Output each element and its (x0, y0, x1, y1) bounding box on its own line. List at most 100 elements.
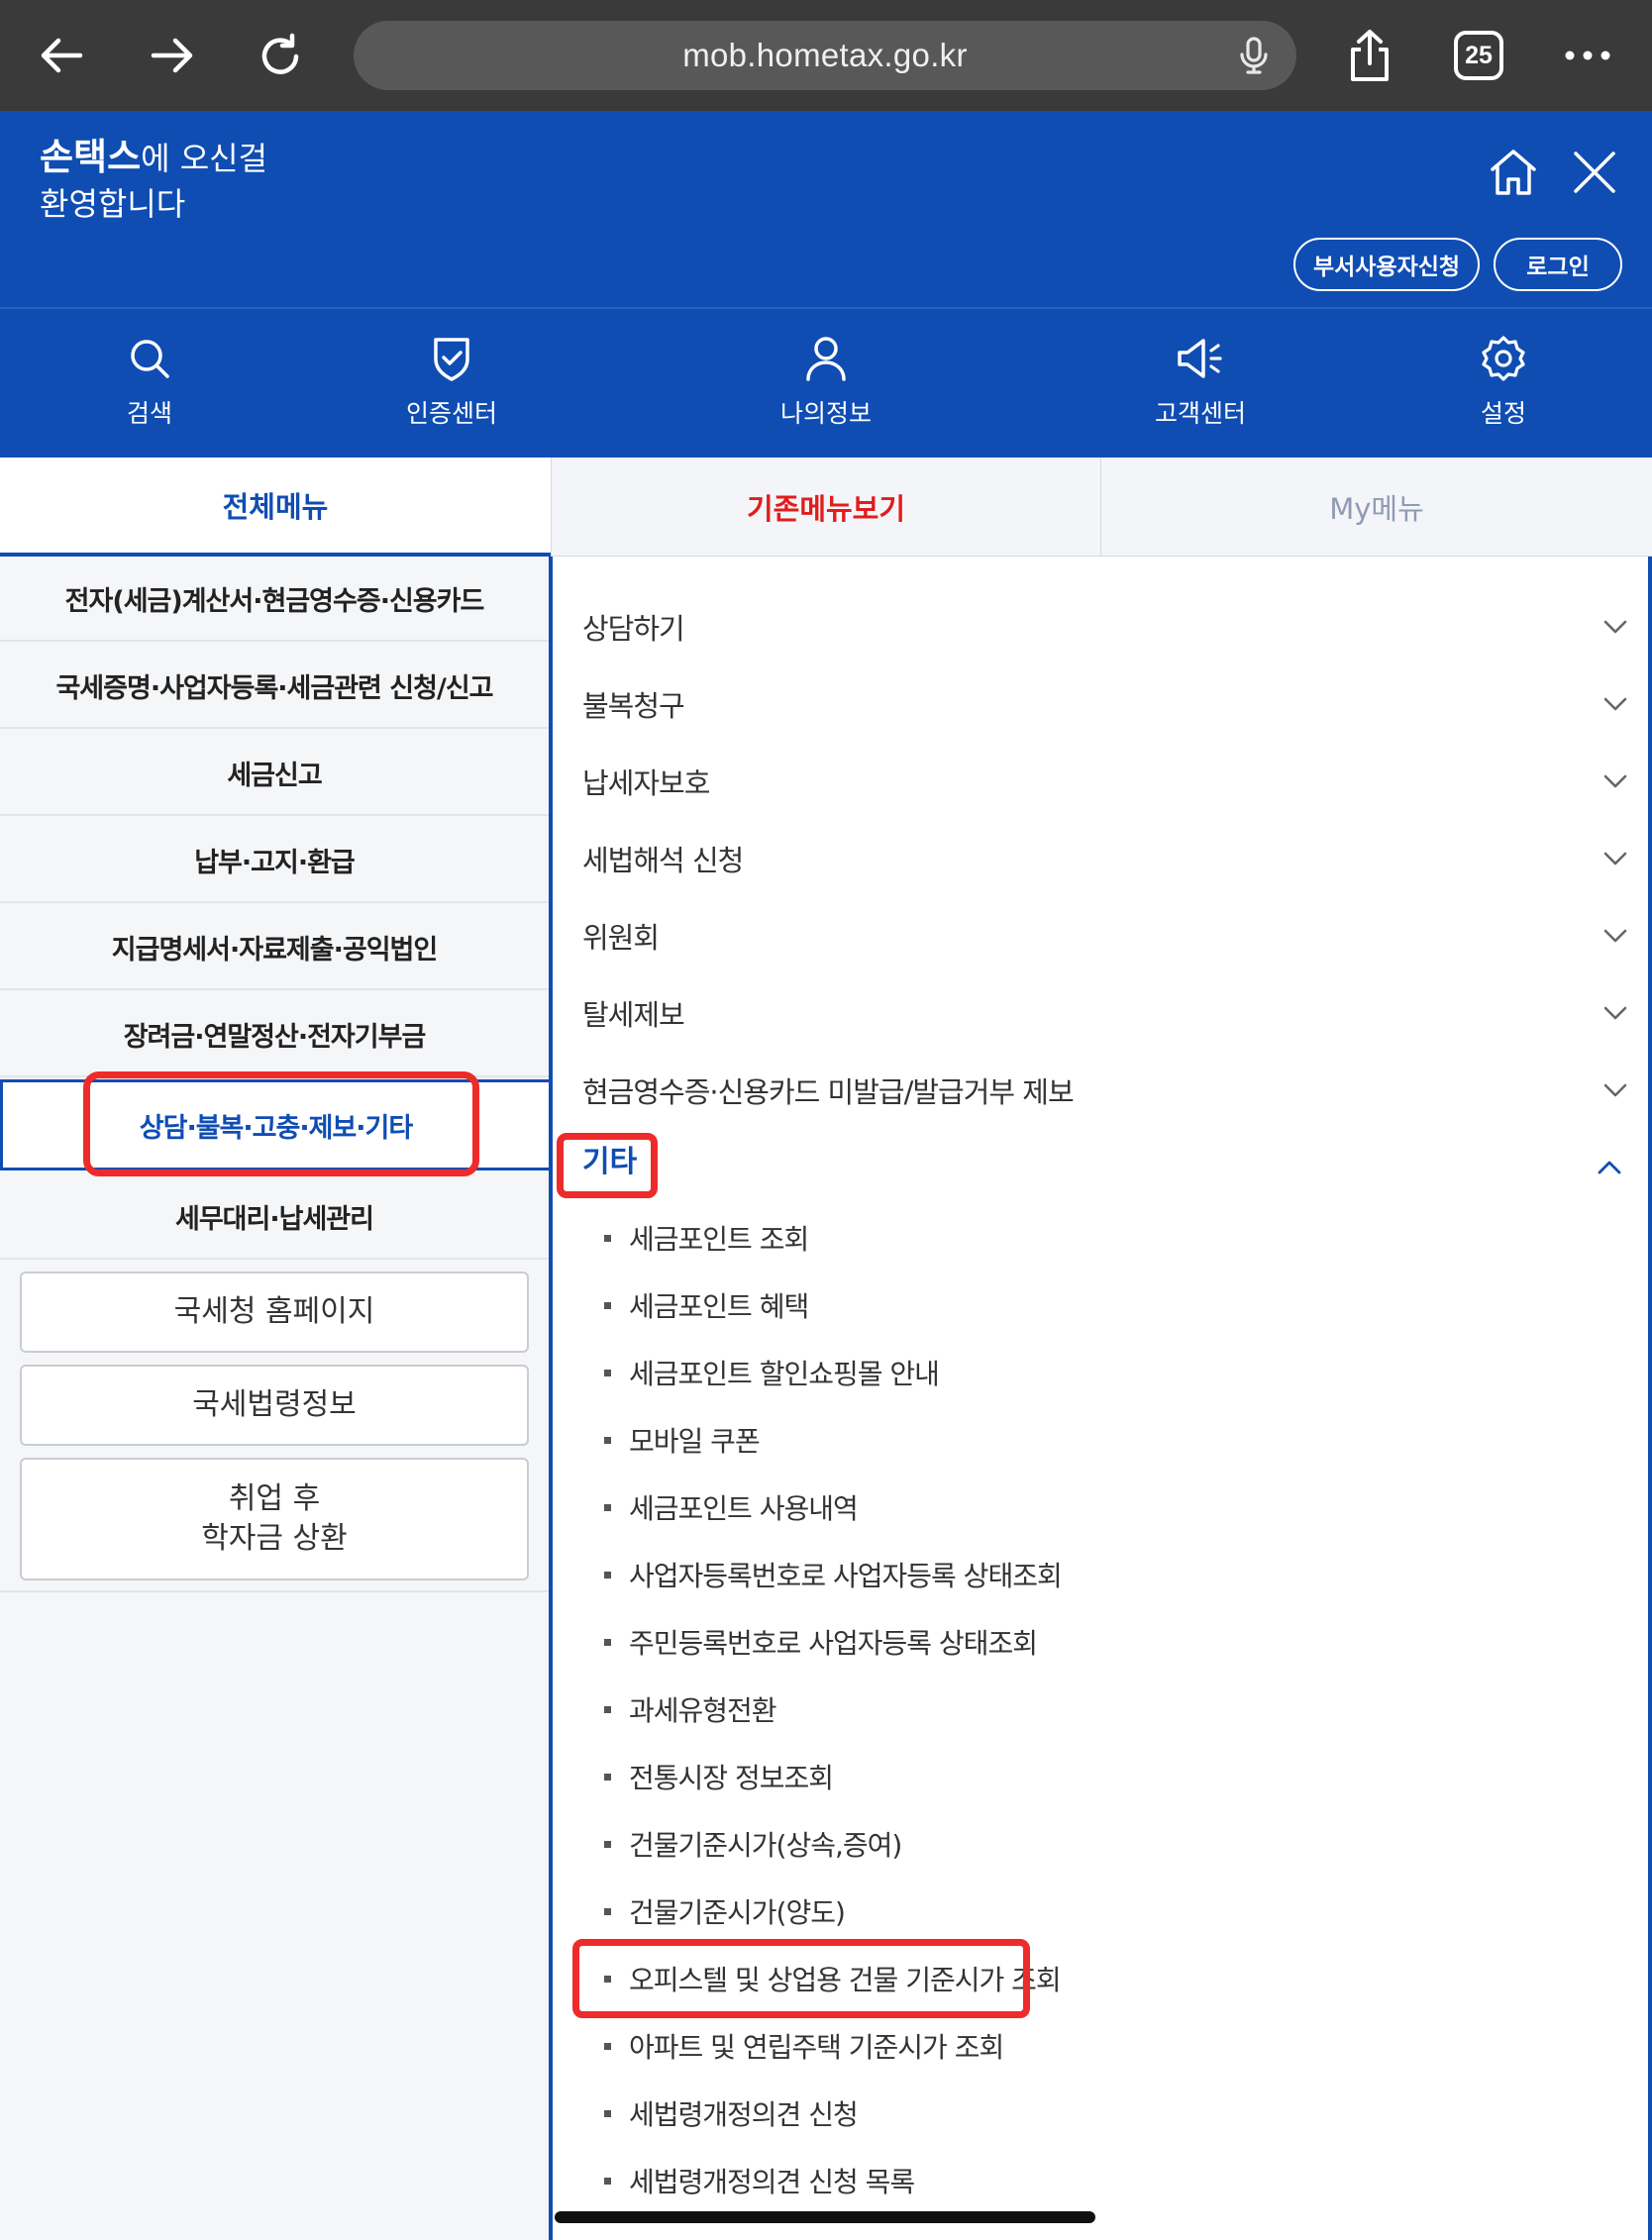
accordion-item[interactable]: 납세자보호 (582, 743, 1632, 820)
category-item[interactable]: 지급명세서·자료제출·공익법인 (0, 905, 549, 990)
sub-menu-item-highlighted[interactable]: 오피스텔 및 상업용 건물 기준시가 조회 (604, 1949, 1062, 2008)
category-item[interactable]: 세금신고 (0, 731, 549, 816)
loan-label-line-2: 학자금 상환 (201, 1521, 348, 1556)
sub-menu-item[interactable]: 세법령개정의견 신청 (604, 2084, 859, 2143)
sub-menu-label: 세법령개정의견 신청 (629, 2098, 859, 2131)
tab-legacy-menu[interactable]: 기존메뉴보기 (551, 458, 1101, 557)
address-bar[interactable]: mob.hometax.go.kr (354, 21, 1296, 90)
chevron-down-icon (1599, 996, 1632, 1030)
accordion-item[interactable]: 상담하기 (582, 588, 1632, 665)
bullet-icon (604, 1907, 611, 1915)
bullet-icon (604, 2042, 611, 2050)
quick-label: 검색 (126, 399, 172, 428)
chevron-down-icon (1599, 842, 1632, 875)
sub-menu-label: 모바일 쿠폰 (629, 1425, 761, 1458)
tax-law-info-button[interactable]: 국세법령정보 (20, 1365, 529, 1446)
accordion-label-expanded[interactable]: 기타 (582, 1137, 637, 1180)
sub-menu-label: 세금포인트 사용내역 (629, 1492, 859, 1525)
quick-label: 나의정보 (779, 399, 872, 428)
back-arrow-icon[interactable] (28, 21, 97, 90)
sub-menu-item[interactable]: 세금포인트 조회 (604, 1208, 809, 1268)
accordion-label: 상담하기 (582, 612, 685, 646)
tab-all-menu[interactable]: 전체메뉴 (0, 458, 551, 557)
accordion-item[interactable]: 불복청구 (582, 665, 1632, 743)
sub-menu-item[interactable]: 세금포인트 사용내역 (604, 1477, 859, 1537)
sub-menu-item[interactable]: 세금포인트 혜택 (604, 1275, 809, 1335)
chevron-down-icon (1599, 764, 1632, 798)
forward-arrow-icon[interactable] (137, 21, 206, 90)
microphone-icon[interactable] (1233, 35, 1275, 76)
login-button[interactable]: 로그인 (1494, 238, 1622, 291)
sub-menu-item[interactable]: 모바일 쿠폰 (604, 1410, 761, 1470)
sub-menu-label: 건물기준시가(상속,증여) (629, 1829, 902, 1862)
sub-menu-label: 오피스텔 및 상업용 건물 기준시가 조회 (629, 1964, 1062, 1996)
quick-search[interactable]: 검색 (51, 331, 249, 440)
bullet-icon (604, 1571, 611, 1578)
category-item[interactable]: 세무대리·납세관리 (0, 1174, 549, 1260)
quick-settings[interactable]: 설정 (1404, 331, 1602, 440)
tabs-icon[interactable]: 25 (1454, 31, 1503, 80)
brand-name: 손택스 (40, 136, 142, 178)
category-item[interactable]: 국세증명·사업자등록·세금관련 신청/신고 (0, 644, 549, 729)
sub-menu-item[interactable]: 세법령개정의견 신청 목록 (604, 2151, 915, 2210)
bullet-icon (604, 1369, 611, 1376)
sub-menu-item[interactable]: 세금포인트 할인쇼핑몰 안내 (604, 1343, 940, 1402)
quick-label: 인증센터 (405, 399, 497, 428)
home-icon[interactable] (1482, 141, 1545, 204)
bullet-icon (604, 1840, 611, 1848)
reload-icon[interactable] (246, 21, 315, 90)
person-icon (798, 331, 854, 386)
accordion-label: 탈세제보 (582, 998, 685, 1032)
quick-cert-center[interactable]: 인증센터 (353, 331, 551, 440)
sub-menu-item[interactable]: 건물기준시가(양도) (604, 1882, 846, 1941)
sub-menu-item[interactable]: 사업자등록번호로 사업자등록 상태조회 (604, 1545, 1063, 1604)
quick-customer-center[interactable]: 고객센터 (1101, 331, 1299, 440)
divider (0, 1590, 549, 1592)
tab-my-menu[interactable]: My메뉴 (1101, 458, 1652, 557)
accordion-label: 현금영수증·신용카드 미발급/발급거부 제보 (582, 1075, 1075, 1109)
home-indicator[interactable] (555, 2211, 1095, 2223)
sub-menu-item[interactable]: 과세유형전환 (604, 1680, 777, 1739)
category-item[interactable]: 전자(세금)계산서·현금영수증·신용카드 (0, 557, 549, 642)
bullet-icon (604, 1773, 611, 1781)
category-item[interactable]: 납부·고지·환급 (0, 818, 549, 903)
accordion-item[interactable]: 세법해석 신청 (582, 820, 1632, 897)
more-icon[interactable] (1553, 21, 1622, 90)
chevron-up-icon[interactable] (1593, 1151, 1626, 1184)
megaphone-icon (1173, 331, 1228, 386)
category-item-active[interactable]: 상담·불복·고충·제보·기타 (0, 1079, 549, 1171)
category-item[interactable]: 장려금·연말정산·전자기부금 (0, 992, 549, 1077)
search-icon (122, 331, 177, 386)
accordion-item[interactable]: 현금영수증·신용카드 미발급/발급거부 제보 (582, 1052, 1632, 1129)
nts-homepage-button[interactable]: 국세청 홈페이지 (20, 1272, 529, 1353)
quick-my-info[interactable]: 나의정보 (727, 331, 925, 440)
close-icon[interactable] (1563, 141, 1626, 204)
menu-tabs: 전체메뉴 기존메뉴보기 My메뉴 (0, 458, 1652, 557)
accordion-item[interactable]: 위원회 (582, 897, 1632, 974)
bullet-icon (604, 1503, 611, 1511)
welcome-suffix: 에 오신걸 (141, 140, 268, 177)
accordion-label: 위원회 (582, 921, 660, 955)
accordion-item[interactable]: 탈세제보 (582, 974, 1632, 1052)
sub-menu-label: 아파트 및 연립주택 기준시가 조회 (629, 2031, 1004, 2064)
sub-menu-label: 전통시장 정보조회 (629, 1762, 834, 1794)
chevron-down-icon (1599, 610, 1632, 644)
student-loan-repay-button[interactable]: 취업 후 학자금 상환 (20, 1458, 529, 1580)
left-category-menu: 전자(세금)계산서·현금영수증·신용카드 국세증명·사업자등록·세금관련 신청/… (0, 557, 549, 2240)
dept-user-apply-button[interactable]: 부서사용자신청 (1293, 238, 1480, 291)
bullet-icon (604, 1638, 611, 1646)
share-icon[interactable] (1335, 21, 1404, 90)
welcome-message: 손택스에 오신걸 환영합니다 (40, 135, 267, 227)
sub-menu-item[interactable]: 건물기준시가(상속,증여) (604, 1814, 902, 1874)
sub-menu-label: 과세유형전환 (629, 1694, 777, 1727)
sub-menu-item[interactable]: 주민등록번호로 사업자등록 상태조회 (604, 1612, 1038, 1672)
sub-menu-label: 세법령개정의견 신청 목록 (629, 2166, 915, 2198)
header-divider (0, 307, 1652, 309)
chevron-down-icon (1599, 1073, 1632, 1107)
bullet-icon (604, 1301, 611, 1309)
bullet-icon (604, 1705, 611, 1713)
quick-label: 설정 (1480, 399, 1526, 428)
sub-menu-label: 건물기준시가(양도) (629, 1896, 846, 1929)
sub-menu-item[interactable]: 전통시장 정보조회 (604, 1747, 834, 1806)
sub-menu-item[interactable]: 아파트 및 연립주택 기준시가 조회 (604, 2016, 1004, 2076)
